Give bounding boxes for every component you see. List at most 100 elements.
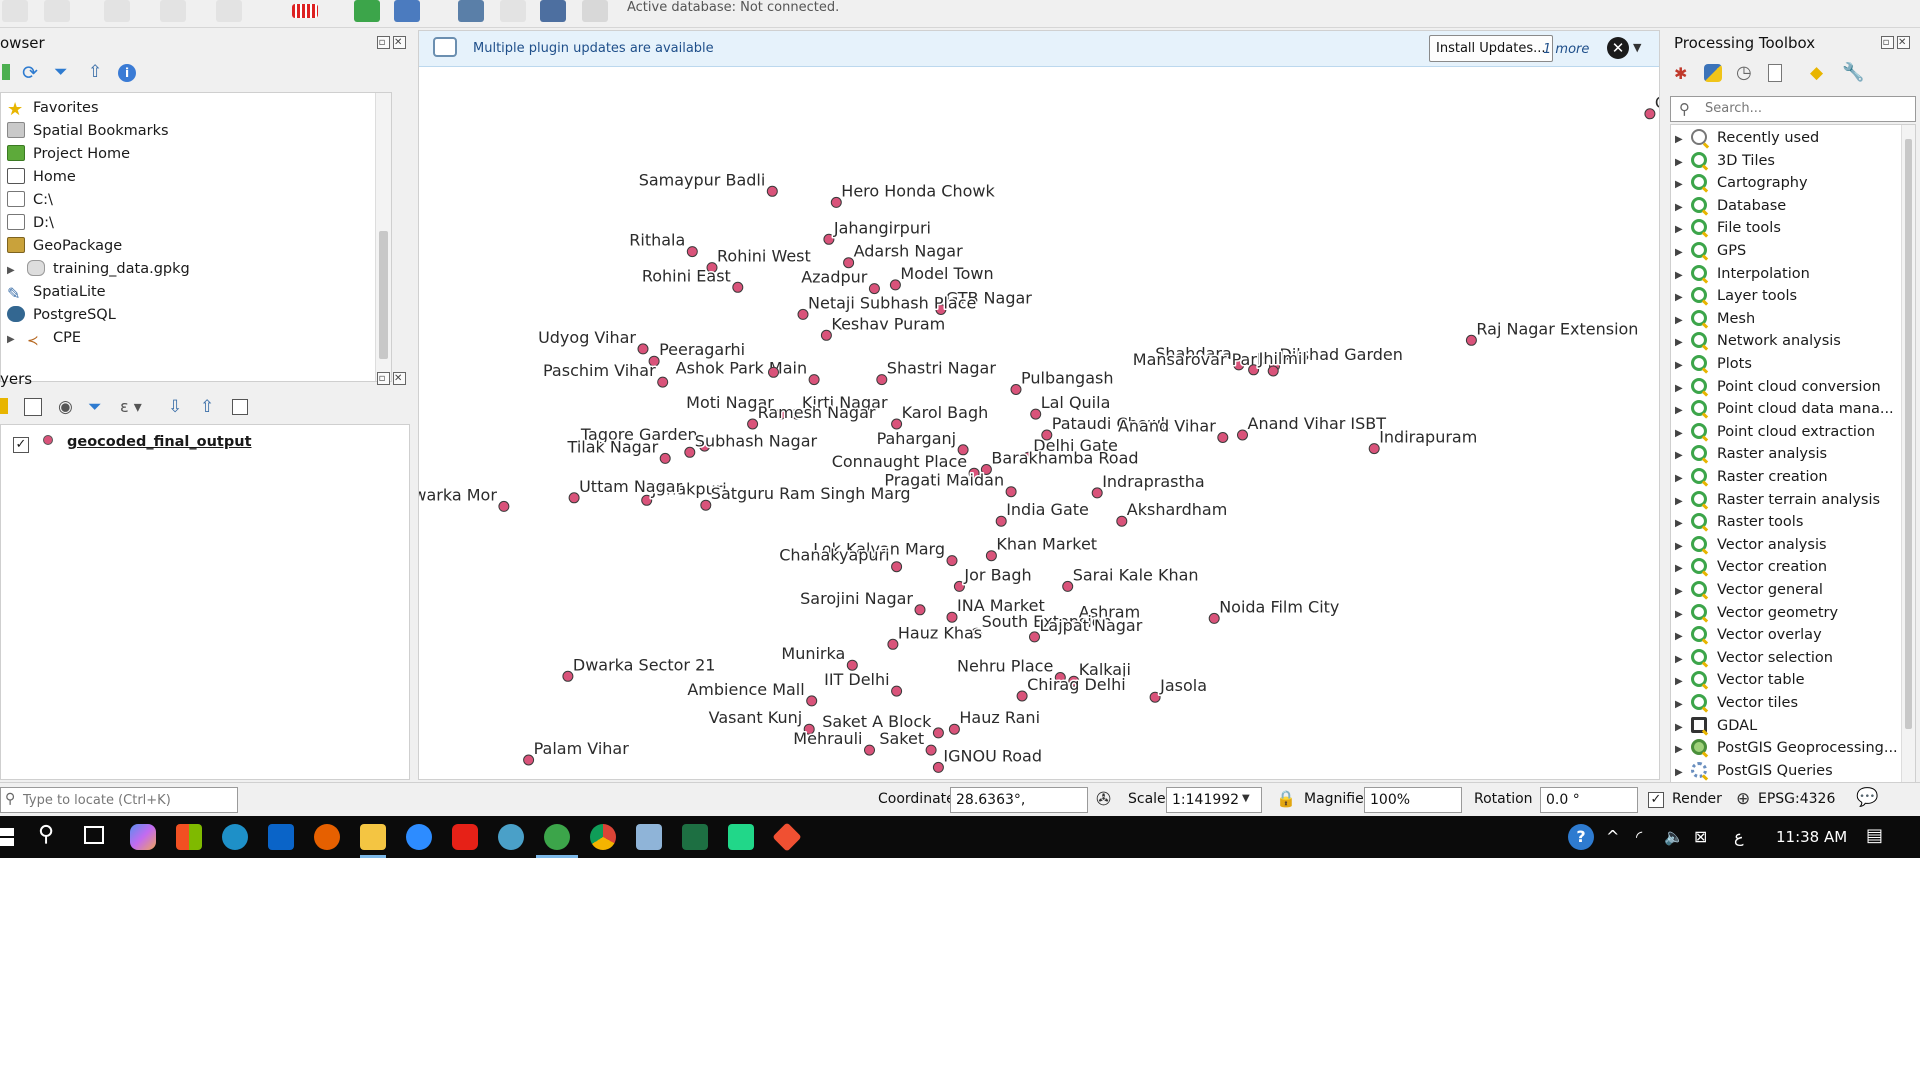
- digitize-icon[interactable]: [2, 0, 28, 22]
- map-point[interactable]: [985, 550, 997, 562]
- toolbox-group[interactable]: ▶ Vector table: [1675, 669, 1805, 691]
- chevron-right-icon[interactable]: ▶: [1675, 536, 1691, 558]
- map-point[interactable]: [820, 329, 832, 341]
- map-point[interactable]: [523, 754, 535, 766]
- youtube-icon[interactable]: [452, 824, 478, 850]
- browser-tree[interactable]: ★ Favorites Spatial Bookmarks Project Hom…: [0, 92, 392, 382]
- toolbox-group[interactable]: ▶ Point cloud data mana...: [1675, 398, 1894, 420]
- vertex-edit-icon[interactable]: [500, 0, 526, 22]
- map-point[interactable]: [889, 279, 901, 291]
- map-point[interactable]: [1091, 487, 1103, 499]
- chevron-right-icon[interactable]: ▶: [1675, 513, 1691, 535]
- browser-item-c-drive[interactable]: C:\: [7, 189, 53, 211]
- map-point[interactable]: [1029, 631, 1040, 643]
- style-icon[interactable]: [0, 398, 8, 414]
- toolbox-group[interactable]: ▶ GDAL: [1675, 715, 1757, 737]
- wifi-icon[interactable]: ◜: [1636, 827, 1642, 846]
- qgis-icon[interactable]: [544, 824, 570, 850]
- chevron-right-icon[interactable]: ▶: [1675, 219, 1691, 241]
- map-point[interactable]: [1116, 515, 1128, 527]
- map-point[interactable]: [948, 723, 960, 735]
- expression-filter-icon[interactable]: ε ▾: [120, 397, 142, 416]
- input-language[interactable]: ع: [1734, 827, 1744, 846]
- chevron-right-icon[interactable]: ▶: [1675, 197, 1691, 219]
- chevron-right-icon[interactable]: ▶: [1675, 626, 1691, 648]
- chevron-right-icon[interactable]: ▶: [1675, 717, 1691, 739]
- windows-start-icon[interactable]: [0, 828, 14, 846]
- browser-item-home[interactable]: Home: [7, 166, 76, 188]
- search-icon[interactable]: ⚲: [38, 822, 54, 847]
- toolbox-group[interactable]: ▶ GPS: [1675, 240, 1746, 262]
- add-icon[interactable]: [2, 64, 10, 80]
- toolbox-group[interactable]: ▶ Vector geometry: [1675, 602, 1838, 624]
- toolbox-group[interactable]: ▶ Vector overlay: [1675, 624, 1822, 646]
- scrollbar-thumb[interactable]: [1905, 139, 1912, 729]
- map-features[interactable]: Ghaziabad Samaypur Badli Hero Honda Chowk J…: [419, 67, 1660, 780]
- refresh-icon[interactable]: ⟳: [22, 62, 38, 84]
- map-point[interactable]: [843, 257, 855, 269]
- map-point[interactable]: [686, 246, 698, 258]
- toolbox-tree[interactable]: ▶ Recently used ▶ 3D Tiles ▶ Cartography ▶ Data…: [1670, 124, 1916, 784]
- map-point[interactable]: [1237, 429, 1248, 441]
- globe-icon[interactable]: ⊕: [1736, 789, 1750, 809]
- map-point[interactable]: [932, 761, 944, 773]
- chevron-down-icon[interactable]: ▼: [1633, 41, 1641, 54]
- map-point[interactable]: [641, 494, 653, 506]
- map-point[interactable]: [864, 744, 875, 756]
- toolbox-search-input[interactable]: ⚲ Search...: [1670, 96, 1916, 122]
- map-point[interactable]: [1644, 108, 1656, 120]
- toolbox-group[interactable]: ▶ Vector tiles: [1675, 692, 1798, 714]
- toolbox-group[interactable]: ▶ Cartography: [1675, 172, 1808, 194]
- toolbox-group[interactable]: ▶ Vector creation: [1675, 556, 1827, 578]
- toolbox-group[interactable]: ▶ Vector general: [1675, 579, 1823, 601]
- map-point[interactable]: [846, 659, 858, 671]
- collapse-all-icon[interactable]: ⇧: [200, 397, 214, 417]
- chevron-right-icon[interactable]: ▶: [1675, 287, 1691, 309]
- options-icon[interactable]: 🔧: [1842, 62, 1864, 83]
- map-point[interactable]: [1465, 334, 1477, 346]
- chevron-right-icon[interactable]: ▶: [1675, 604, 1691, 626]
- map-point[interactable]: [684, 446, 696, 458]
- chevron-right-icon[interactable]: ▶: [1675, 265, 1691, 287]
- chevron-right-icon[interactable]: ▶: [1675, 739, 1691, 761]
- toolbox-group[interactable]: ▶ Plots: [1675, 353, 1752, 375]
- map-point[interactable]: [562, 670, 574, 682]
- edit-features-icon[interactable]: ◆: [1810, 63, 1823, 83]
- layer-visibility-checkbox[interactable]: ✓: [13, 437, 29, 453]
- chevron-right-icon[interactable]: ▶: [1675, 152, 1691, 174]
- toolbox-group[interactable]: ▶ Layer tools: [1675, 285, 1797, 307]
- map-point[interactable]: [946, 611, 958, 623]
- toolbox-group[interactable]: ▶ PostGIS Queries: [1675, 760, 1833, 782]
- close-message-icon[interactable]: ✕: [1607, 37, 1629, 59]
- add-feature-icon[interactable]: [44, 0, 70, 22]
- copilot-icon[interactable]: [130, 824, 156, 850]
- add-group-icon[interactable]: [24, 398, 42, 416]
- toolbox-group[interactable]: ▶ Raster terrain analysis: [1675, 489, 1880, 511]
- browser-item-favorites[interactable]: ★ Favorites: [7, 97, 99, 119]
- task-view-icon[interactable]: [84, 826, 104, 844]
- map-point[interactable]: [891, 561, 903, 573]
- map-point[interactable]: [887, 638, 899, 650]
- map-point[interactable]: [747, 418, 759, 430]
- map-point[interactable]: [732, 281, 744, 293]
- map-point[interactable]: [1005, 486, 1017, 498]
- browser-scrollbar[interactable]: [375, 93, 391, 381]
- network-icon[interactable]: ⊠: [1694, 827, 1707, 846]
- chevron-right-icon[interactable]: ▶: [1675, 423, 1691, 445]
- map-point[interactable]: [1062, 580, 1074, 592]
- outlook-icon[interactable]: [268, 824, 294, 850]
- render-checkbox[interactable]: ✓: [1648, 792, 1664, 808]
- remove-layer-icon[interactable]: [232, 399, 248, 415]
- map-point[interactable]: [946, 555, 958, 567]
- map-point[interactable]: [1030, 408, 1042, 420]
- float-icon[interactable]: ▫: [377, 372, 390, 385]
- chevron-right-icon[interactable]: ▶: [1675, 400, 1691, 422]
- toolbox-group[interactable]: ▶ Mesh: [1675, 308, 1755, 330]
- models-icon[interactable]: ✱: [1674, 64, 1687, 83]
- crs-button[interactable]: EPSG:4326: [1758, 791, 1835, 807]
- expand-all-icon[interactable]: ⇩: [168, 397, 182, 417]
- toolbox-scrollbar[interactable]: [1901, 125, 1915, 783]
- firefox-icon[interactable]: [314, 824, 340, 850]
- chevron-right-icon[interactable]: ▶: [1675, 671, 1691, 693]
- db-manager-icon[interactable]: [458, 0, 484, 22]
